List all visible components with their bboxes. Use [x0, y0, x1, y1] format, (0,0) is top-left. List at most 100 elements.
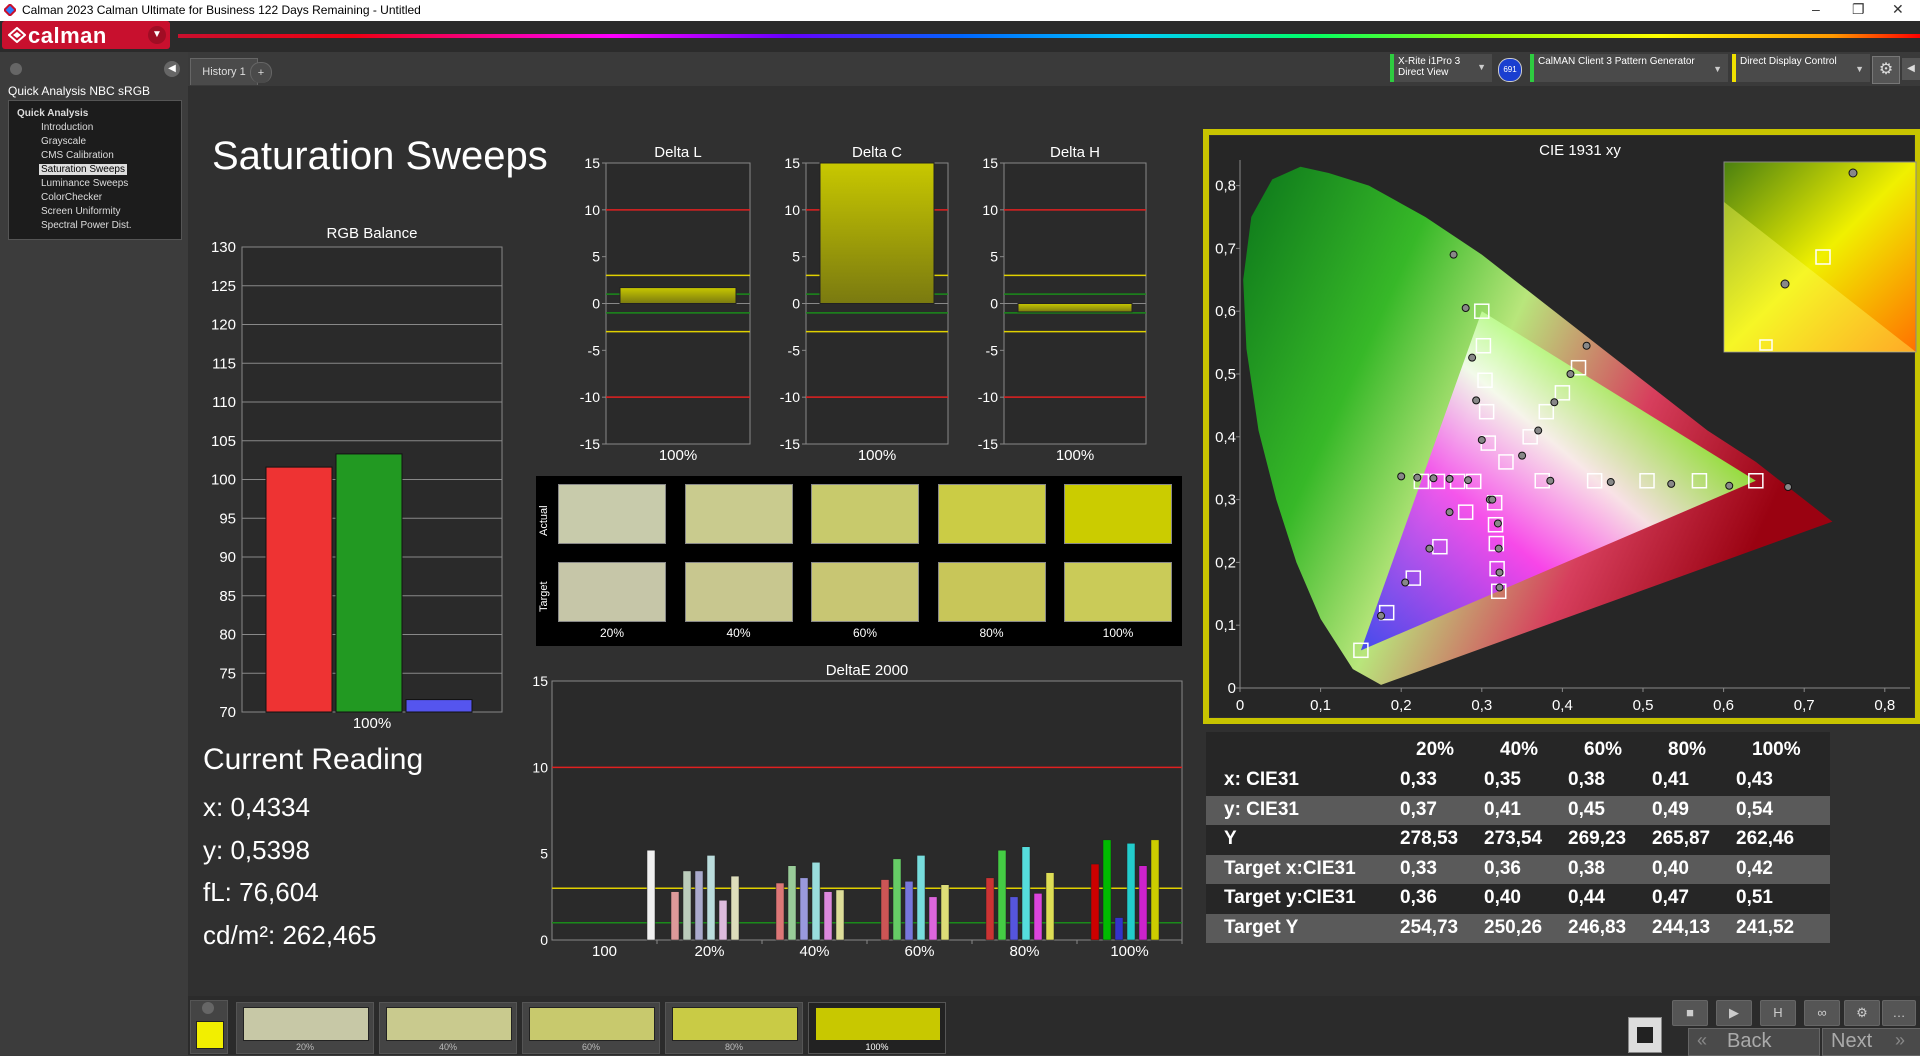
table-header-cell: 100%	[1752, 739, 1801, 760]
record-button[interactable]	[1628, 1017, 1662, 1053]
deltae-bar	[940, 884, 950, 941]
delta-tick-label: 15	[982, 155, 998, 171]
cie-measured-point	[1546, 476, 1555, 485]
cie-measured-point	[1461, 304, 1470, 313]
measurement-table: 20% 40% 60% 80% 100% x: CIE31 0,33 0,35 0,38 0,41…	[1206, 732, 1830, 943]
next-label: Next	[1831, 1030, 1873, 1052]
table-cell: 0,33	[1400, 857, 1437, 879]
table-header-cell: 60%	[1584, 739, 1623, 760]
delta-chart-title: Delta H	[1050, 144, 1100, 161]
pattern-thumbnail-label: 80%	[724, 1042, 743, 1052]
deltae-category-label: 40%	[799, 943, 829, 960]
cie-x-tick-label: 0,5	[1633, 697, 1654, 714]
cie-x-tick-label: 0,2	[1391, 697, 1412, 714]
rgb-balance-title: RGB Balance	[327, 225, 418, 242]
current-pattern-panel	[190, 1000, 228, 1054]
deltae-bar	[1126, 843, 1136, 941]
swatch-column-label: 40%	[726, 626, 751, 640]
pin-icon[interactable]	[202, 1002, 214, 1014]
deltae-bar	[706, 855, 716, 941]
cie-x-tick-label: 0,4	[1552, 697, 1573, 714]
delta-tick-label: 10	[584, 202, 600, 218]
settings-small-icon[interactable]: ⚙	[1844, 1000, 1880, 1026]
rgb-balance-tick-label: 110	[212, 394, 236, 411]
table-cell: 278,53	[1400, 828, 1459, 849]
cie-x-tick-label: 0,3	[1471, 697, 1492, 714]
swatch-column-label: 60%	[852, 626, 878, 640]
table-cell: 0,37	[1400, 798, 1437, 820]
deltae-bar	[646, 849, 656, 941]
table-cell: 0,51	[1736, 887, 1773, 908]
stop-icon[interactable]: ■	[1672, 1000, 1708, 1026]
pattern-thumbnail[interactable]: 20%	[236, 1002, 374, 1054]
pattern-thumbnail[interactable]: 40%	[379, 1002, 517, 1054]
table-row: Target Y 254,73 250,26 246,83 244,13 241,52	[1206, 913, 1830, 943]
swatch-actual	[684, 484, 793, 544]
table-cell: 0,40	[1484, 887, 1521, 908]
cie-inset-measured	[1848, 168, 1858, 178]
table-cell: 244,13	[1652, 916, 1711, 938]
pattern-thumbnail-swatch	[672, 1007, 798, 1041]
next-button[interactable]: Next »	[1822, 1028, 1920, 1056]
current-reading-heading: Current Reading	[203, 743, 424, 776]
cie-y-tick-label: 0,5	[1215, 366, 1236, 383]
swatch-actual	[558, 484, 666, 544]
play-icon[interactable]: ▶	[1716, 1000, 1752, 1026]
delta-tick-label: -15	[780, 436, 800, 452]
table-cell: 273,54	[1484, 828, 1543, 849]
table-row-label: y: CIE31	[1224, 798, 1299, 820]
more-icon[interactable]: …	[1882, 1000, 1916, 1026]
pattern-thumbnail-label: 20%	[295, 1042, 314, 1052]
cie-measured-point	[1495, 583, 1504, 592]
delta-tick-label: 5	[792, 249, 800, 265]
table-header-row: 20% 40% 60% 80% 100%	[1206, 736, 1830, 765]
cie-measured-point	[1477, 435, 1486, 444]
rgb-balance-tick-label: 130	[211, 239, 236, 256]
double-chevron-right-icon: »	[1895, 1030, 1906, 1050]
swatch-actual	[937, 484, 1046, 544]
cie-x-tick-label: 0,8	[1874, 697, 1895, 714]
cie-measured-point	[1534, 426, 1543, 435]
swatch-column-label: 20%	[599, 626, 625, 640]
rgb-balance-bar	[335, 453, 403, 713]
pattern-thumbnail[interactable]: 80%	[665, 1002, 803, 1054]
cie-x-tick-label: 0	[1236, 697, 1244, 714]
hold-icon[interactable]: H	[1760, 1000, 1796, 1026]
pattern-thumbnail[interactable]: 60%	[522, 1002, 660, 1054]
pattern-thumbnail-swatch	[243, 1007, 369, 1041]
cie-measured-point	[1413, 473, 1422, 482]
loop-icon[interactable]: ∞	[1804, 1000, 1840, 1026]
delta-tick-label: 0	[592, 296, 600, 312]
table-cell: 0,40	[1652, 857, 1689, 879]
back-label: Back	[1727, 1030, 1772, 1052]
deltae-bar	[1045, 872, 1055, 941]
table-row: Target x:CIE31 0,33 0,36 0,38 0,40 0,42	[1206, 854, 1830, 884]
rgb-balance-tick-label: 75	[219, 665, 236, 682]
cie-measured-point	[1606, 478, 1615, 487]
swatch-actual	[811, 484, 919, 544]
deltae-tick-label: 5	[540, 846, 548, 862]
deltae-bar	[775, 882, 785, 941]
swatch-row-label-actual: Actual	[538, 505, 550, 537]
table-cell: 0,41	[1652, 769, 1689, 790]
pattern-thumbnail[interactable]: 100%	[808, 1002, 946, 1054]
current-reading-y: y: 0,5398	[203, 835, 310, 865]
rgb-balance-tick-label: 115	[212, 355, 236, 372]
rgb-balance-bar	[265, 466, 333, 713]
delta-tick-label: -10	[580, 389, 600, 405]
deltae-bar	[1090, 863, 1100, 941]
back-button[interactable]: « Back	[1688, 1028, 1820, 1056]
current-pattern-swatch	[196, 1021, 224, 1049]
deltae-category-label: 100	[592, 943, 617, 960]
table-cell: 0,45	[1568, 798, 1605, 820]
cie-measured-point	[1445, 474, 1454, 483]
table-header-cell: 20%	[1416, 739, 1455, 760]
pattern-thumbnail-label: 100%	[865, 1042, 889, 1052]
rgb-balance-bar	[405, 699, 473, 713]
table-cell: 0,36	[1484, 857, 1521, 879]
cie-measured-point	[1472, 396, 1481, 405]
double-chevron-left-icon: «	[1697, 1030, 1708, 1050]
table-row-label: Target Y	[1224, 916, 1299, 938]
swatch-grid: Actual Target 20% 40% 60% 80% 100%	[536, 476, 1182, 646]
cie-measured-point	[1725, 481, 1734, 490]
